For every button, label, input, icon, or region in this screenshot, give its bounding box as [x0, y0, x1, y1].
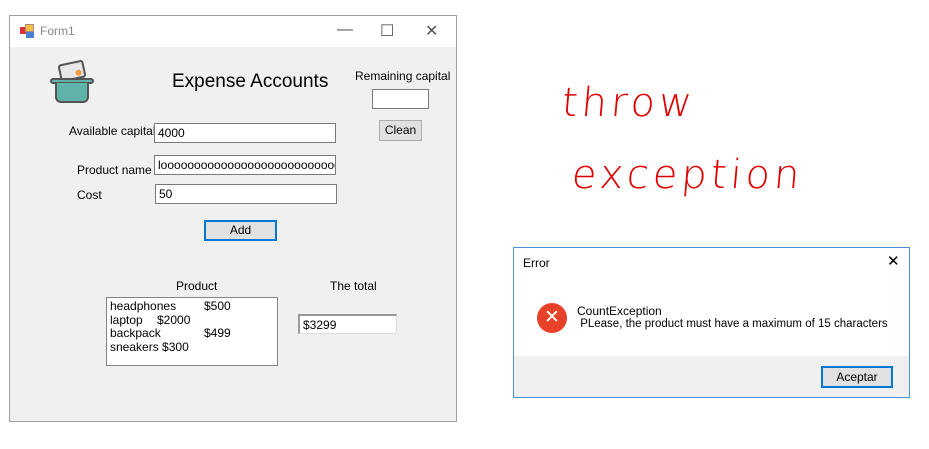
- list-item[interactable]: backpack $499: [110, 326, 274, 341]
- dialog-heading: CountException: [577, 304, 662, 318]
- list-item[interactable]: laptop $2000: [110, 313, 274, 328]
- form1-window: Form1 — ☐ ✕ Expense Accounts Remaining c…: [9, 15, 457, 422]
- annotation-throw: throw: [559, 80, 698, 126]
- dialog-message: PLease, the product must have a maximum …: [577, 318, 888, 330]
- add-button[interactable]: Add: [204, 220, 277, 241]
- dialog-title: Error: [523, 256, 550, 270]
- accept-button[interactable]: Aceptar: [821, 366, 893, 388]
- annotation-exception: exception: [569, 152, 806, 198]
- total-field[interactable]: $3299: [298, 314, 397, 334]
- remaining-capital-field[interactable]: [372, 89, 429, 109]
- product-name-label: Product name: [77, 163, 152, 177]
- cost-input[interactable]: 50: [155, 184, 337, 204]
- page-title: Expense Accounts: [172, 71, 329, 92]
- app-icon: [20, 24, 34, 38]
- list-item[interactable]: sneakers $300: [110, 340, 274, 355]
- total-label: The total: [330, 279, 377, 293]
- remaining-capital-label: Remaining capital: [355, 69, 451, 83]
- dialog-close-button[interactable]: ✕: [887, 252, 900, 270]
- close-button[interactable]: ✕: [425, 21, 438, 41]
- product-listbox[interactable]: headphones $500 laptop $2000 backpack $499 …: [106, 297, 278, 366]
- list-item[interactable]: headphones $500: [110, 299, 274, 314]
- basket-card-icon: [50, 59, 96, 106]
- title-bar: Form1 — ☐ ✕: [10, 16, 456, 47]
- clean-button[interactable]: Clean: [379, 120, 422, 141]
- error-dialog: Error ✕ ✕ CountException PLease, the pro…: [513, 247, 910, 398]
- available-capital-label: Available capital: [69, 124, 156, 138]
- product-name-input[interactable]: loooooooooooooooooooooooooool: [154, 155, 336, 175]
- cost-label: Cost: [77, 188, 102, 202]
- error-icon: ✕: [537, 303, 567, 333]
- available-capital-input[interactable]: 4000: [154, 123, 336, 143]
- maximize-button[interactable]: ☐: [380, 21, 394, 41]
- minimize-button[interactable]: —: [337, 21, 353, 39]
- product-list-label: Product: [176, 279, 218, 293]
- window-title: Form1: [40, 24, 75, 38]
